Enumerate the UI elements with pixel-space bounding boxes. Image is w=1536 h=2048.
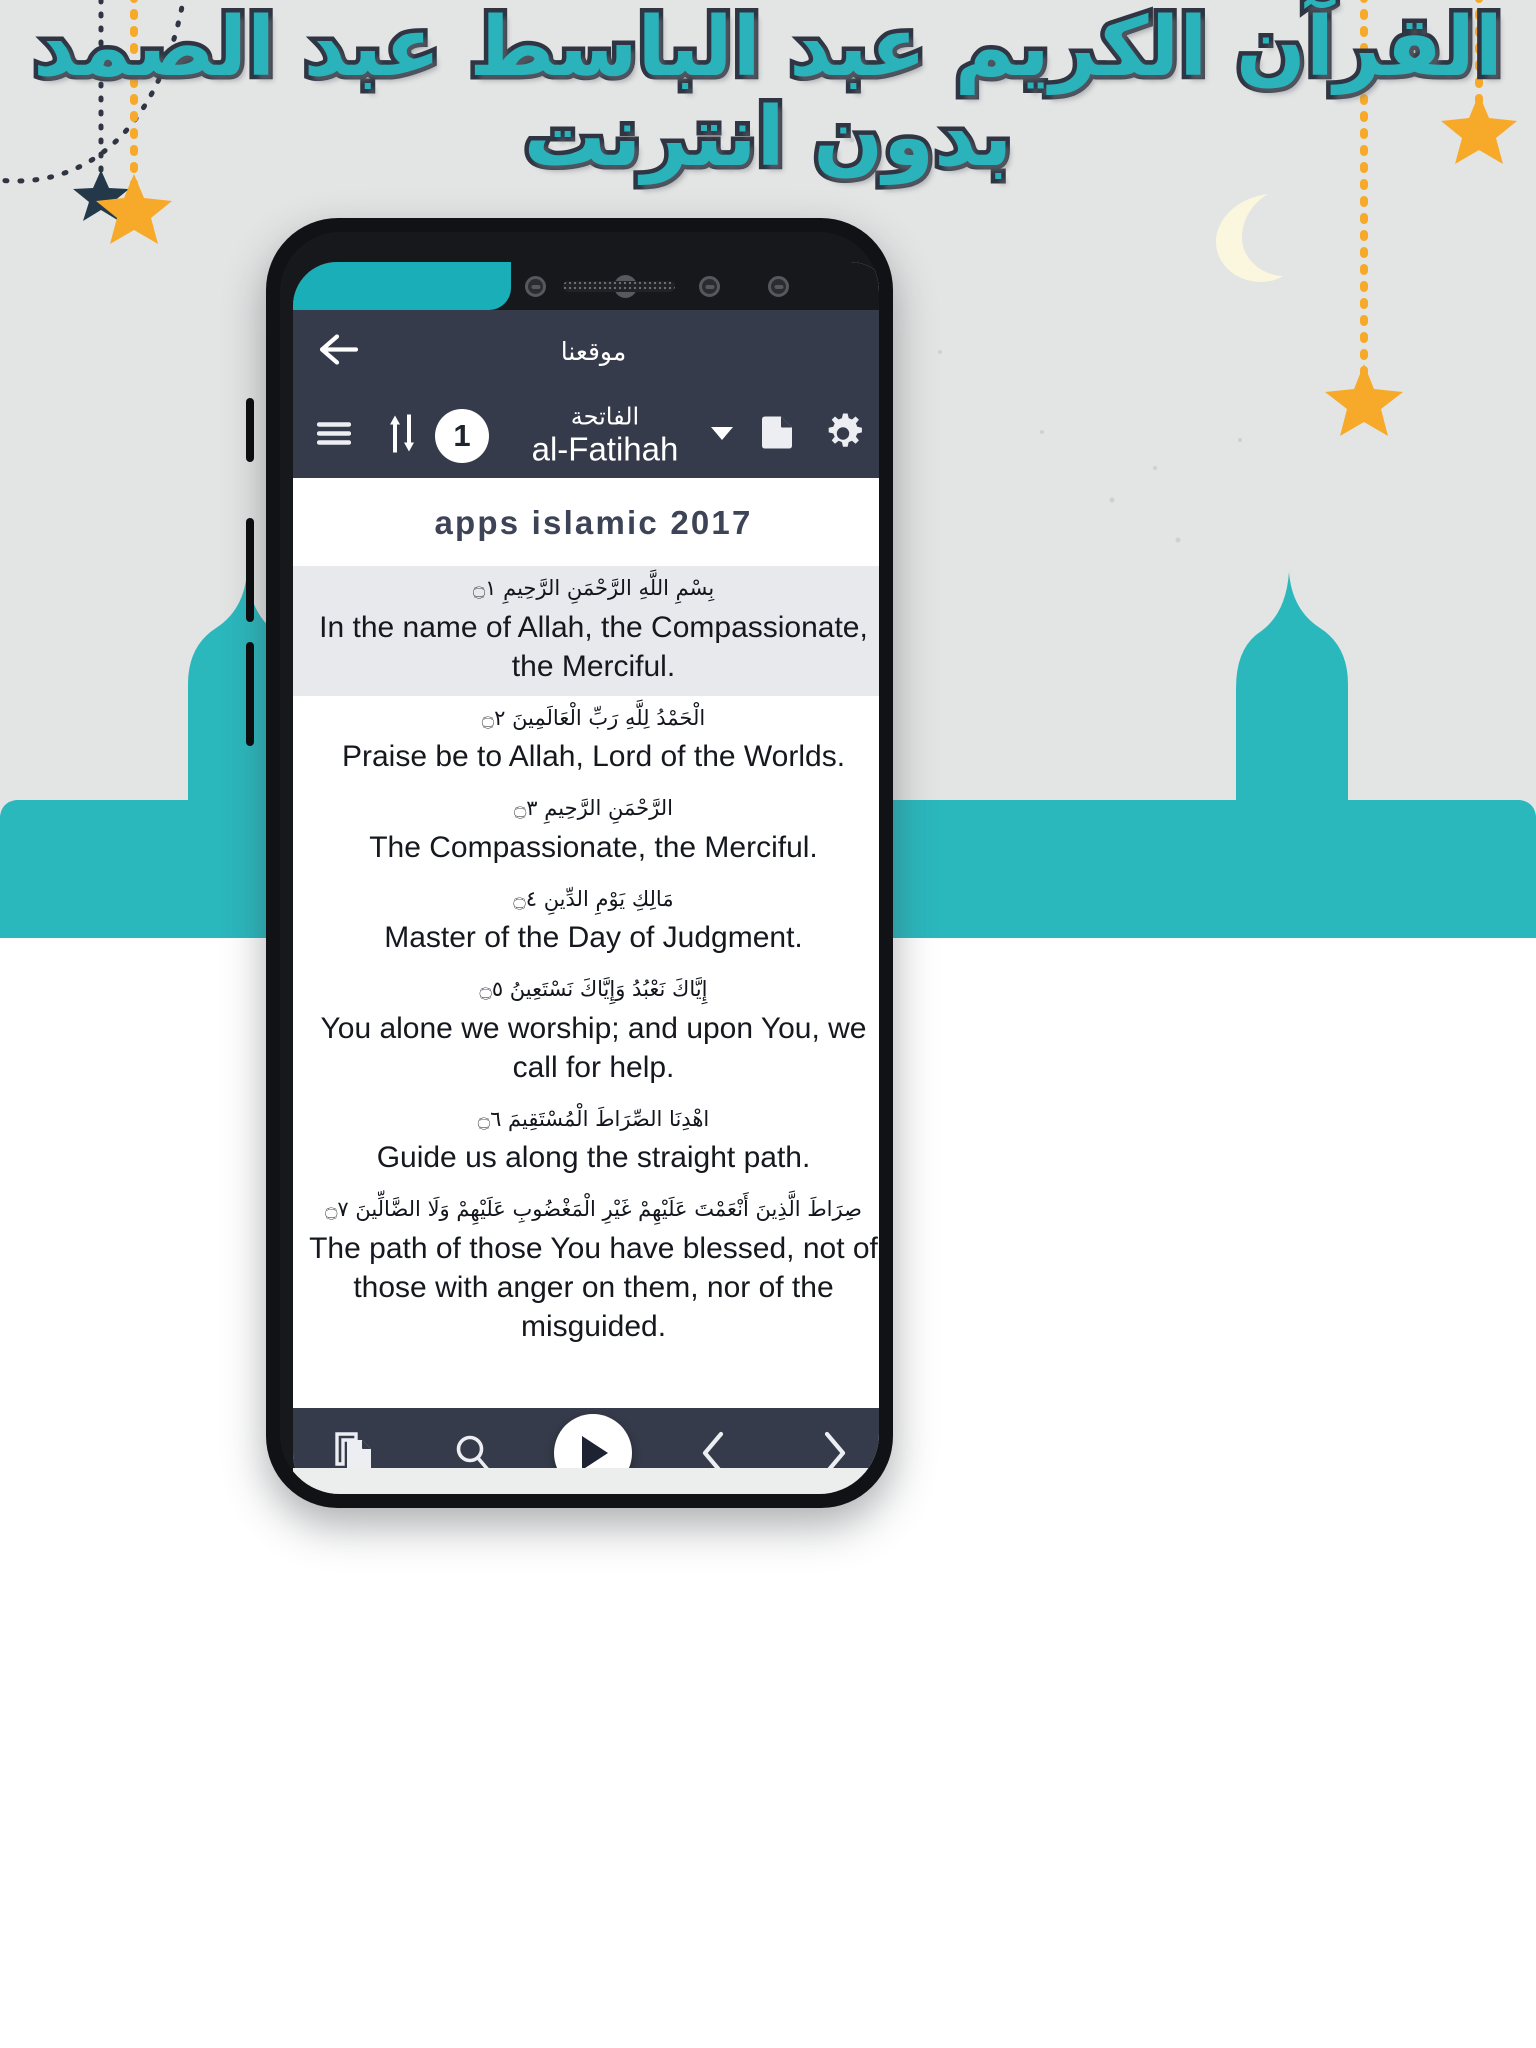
surah-name-arabic: الفاتحة (570, 402, 640, 431)
phone-screen: موقعنا 1 الفاتحة al-Fatihah apps islamic… (293, 262, 879, 1494)
phone-body: موقعنا 1 الفاتحة al-Fatihah apps islamic… (280, 232, 879, 1494)
phone-volume-down-button[interactable] (246, 642, 254, 746)
phone-mute-button[interactable] (246, 398, 254, 462)
verse-arabic: اهْدِنَا الصِّرَاطَ الْمُسْتَقِيمَ ۝٦ (477, 1106, 710, 1131)
earpiece-speaker-icon (563, 281, 675, 292)
surah-number-badge[interactable]: 1 (435, 408, 489, 463)
verse-english: In the name of Allah, the Compassionate,… (319, 610, 868, 683)
home-indicator-bar (293, 1468, 879, 1494)
verse-item[interactable]: مَالِكِ يَوْمِ الدِّينِ ۝٤ Master of the … (293, 877, 879, 968)
page-bookmark-icon[interactable] (758, 414, 794, 457)
content-title: apps islamic 2017 (434, 504, 753, 541)
play-icon (582, 1436, 609, 1470)
verse-arabic: صِرَاطَ الَّذِينَ أَنْعَمْتَ عَلَيْهِمْ … (325, 1197, 862, 1221)
verse-arabic: إِيَّاكَ نَعْبُدُ وَإِيَّاكَ نَسْتَعِينُ… (479, 977, 708, 1001)
verse-english: Guide us along the straight path. (376, 1141, 811, 1174)
chevron-down-icon[interactable] (711, 427, 733, 440)
verse-english: Master of the Day of Judgment. (384, 921, 803, 954)
light-sensor-icon (699, 276, 720, 297)
status-bar (293, 262, 879, 310)
app-bar-title: موقعنا (560, 337, 627, 366)
proximity-sensor-icon (525, 276, 546, 297)
phone-volume-up-button[interactable] (246, 518, 254, 622)
hamburger-menu-icon[interactable] (316, 420, 352, 451)
teal-accent-strip (293, 262, 511, 310)
verse-item[interactable]: الرَّحْمَنِ الرَّحِيمِ ۝٣ The Compassiona… (293, 786, 879, 877)
verse-list: بِسْمِ اللَّهِ الرَّحْمَنِ الرَّحِيمِ ۝١… (293, 566, 879, 1356)
back-arrow-icon[interactable] (319, 333, 359, 369)
verse-english: The path of those You have blessed, not … (309, 1231, 878, 1343)
verse-english: The Compassionate, the Merciful. (369, 830, 818, 864)
gear-icon[interactable] (823, 413, 863, 458)
headline-line-2: بدون انترنت (519, 89, 1018, 185)
verse-item[interactable]: صِرَاطَ الَّذِينَ أَنْعَمْتَ عَلَيْهِمْ … (293, 1187, 879, 1356)
phone-mockup: موقعنا 1 الفاتحة al-Fatihah apps islamic… (246, 218, 893, 1508)
surah-content[interactable]: apps islamic 2017 بِسْمِ اللَّهِ الرَّحْ… (293, 478, 879, 1408)
app-bar: موقعنا (293, 310, 879, 393)
verse-item[interactable]: الْحَمْدُ لِلَّهِ رَبِّ الْعَالَمِينَ ۝٢… (293, 696, 879, 787)
verse-english: Praise be to Allah, Lord of the Worlds. (341, 740, 846, 773)
verse-item[interactable]: إِيَّاكَ نَعْبُدُ وَإِيَّاكَ نَسْتَعِينُ… (293, 967, 879, 1097)
surah-name-english: al-Fatihah (531, 430, 679, 468)
headline-line-1: القرآن الكريم عبد الباسط عبد الصمد (29, 0, 1509, 95)
verse-arabic: الْحَمْدُ لِلَّهِ رَبِّ الْعَالَمِينَ ۝٢ (481, 705, 706, 730)
verse-english: You alone we worship; and upon You, we c… (320, 1011, 867, 1084)
surah-number-label: 1 (453, 417, 471, 453)
verse-item[interactable]: بِسْمِ اللَّهِ الرَّحْمَنِ الرَّحِيمِ ۝١… (293, 566, 879, 696)
surah-toolbar: 1 الفاتحة al-Fatihah (293, 393, 879, 478)
secondary-sensor-icon (768, 276, 789, 297)
verse-item[interactable]: اهْدِنَا الصِّرَاطَ الْمُسْتَقِيمَ ۝٦ Gui… (293, 1097, 879, 1188)
poster-headline: القرآن الكريم عبد الباسط عبد الصمد بدون … (0, 0, 1536, 185)
verse-arabic: بِسْمِ اللَّهِ الرَّحْمَنِ الرَّحِيمِ ۝١ (472, 576, 715, 600)
verse-arabic: مَالِكِ يَوْمِ الدِّينِ ۝٤ (513, 886, 674, 911)
surah-selector[interactable]: الفاتحة al-Fatihah (507, 402, 703, 468)
sort-up-down-icon[interactable] (386, 414, 418, 457)
verse-arabic: الرَّحْمَنِ الرَّحِيمِ ۝٣ (514, 796, 673, 820)
